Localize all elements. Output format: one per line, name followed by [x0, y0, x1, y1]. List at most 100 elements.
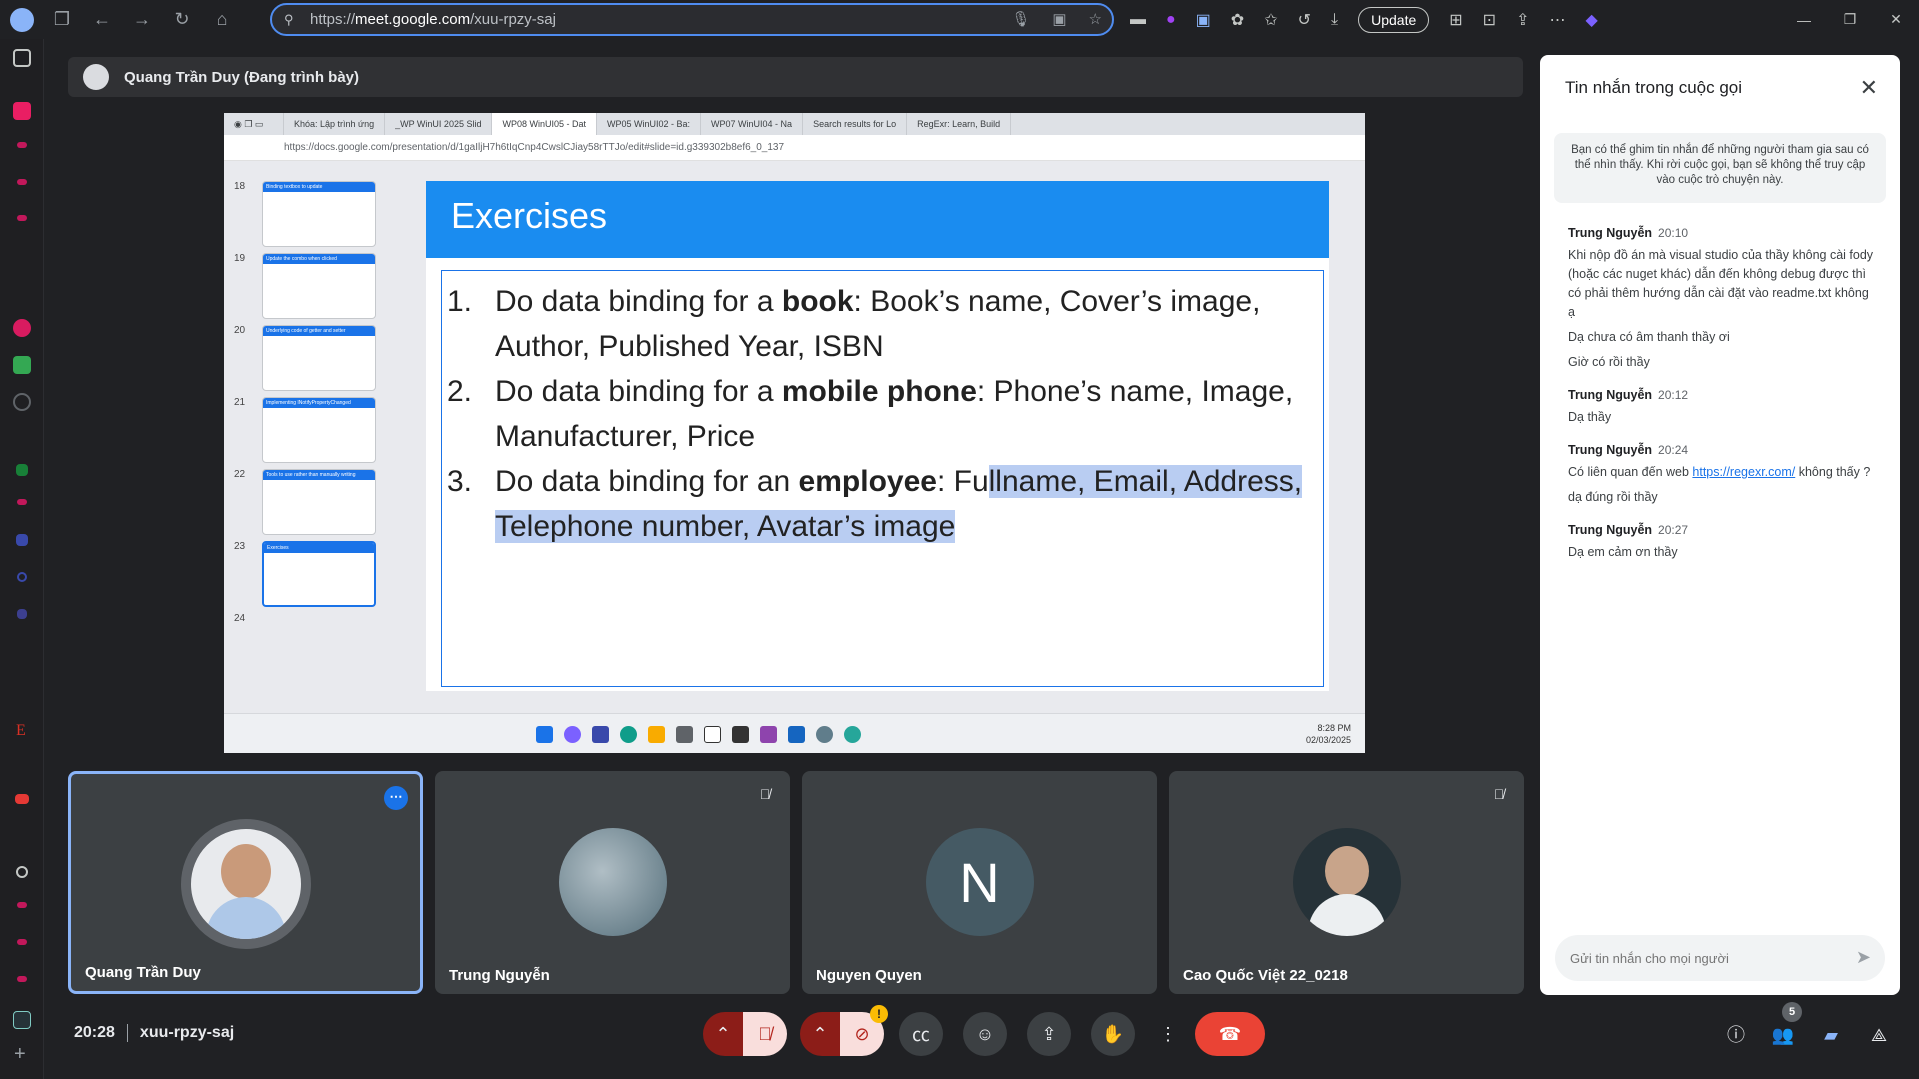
extension-icon[interactable]: ▬ — [1130, 11, 1146, 29]
chat-message-input[interactable] — [1570, 950, 1830, 966]
sidebar-app-icon[interactable] — [13, 102, 31, 120]
tabs-icon[interactable]: ❐ — [42, 0, 82, 39]
sidebar-app-icon[interactable] — [17, 179, 27, 185]
sidebar-app-icon[interactable] — [17, 939, 27, 945]
microphone-icon[interactable]: 🎙 — [1011, 10, 1030, 28]
extension-icon[interactable]: ● — [1166, 11, 1176, 29]
participant-tile[interactable]: 🎙̸ Trung Nguyễn — [435, 771, 790, 994]
message-time: 20:24 — [1658, 443, 1689, 457]
share-icon[interactable]: ⇪ — [1516, 10, 1529, 30]
participant-tile[interactable]: 🎙̸ Cao Quốc Việt 22_0218 — [1169, 771, 1524, 994]
audio-options-button[interactable]: ⌃ — [703, 1012, 743, 1056]
sidebar-app-icon[interactable] — [17, 142, 27, 148]
edge-icon — [620, 726, 637, 743]
youtube-icon[interactable] — [15, 794, 29, 804]
sidebar-app-icon[interactable] — [17, 499, 27, 505]
meeting-info-button[interactable]: ⓘ — [1723, 1022, 1749, 1048]
exercise-number: 1. — [447, 285, 473, 318]
present-screen-button[interactable]: ⇪ — [1027, 1012, 1071, 1056]
copilot-icon[interactable]: ◆ — [1585, 10, 1597, 30]
message-time: 20:27 — [1658, 523, 1689, 537]
sidebar-app-icon[interactable] — [13, 49, 31, 67]
screenshot-icon[interactable]: ⊡ — [1483, 10, 1496, 30]
sidebar-app-icon[interactable] — [17, 902, 27, 908]
send-icon[interactable]: ➤ — [1856, 947, 1871, 968]
slide-thumbnail: Implementing INotifyPropertyChanged — [262, 397, 376, 463]
site-info-icon[interactable]: ⚲ — [284, 12, 300, 28]
regexr-link[interactable]: https://regexr.com/ — [1692, 465, 1795, 479]
menu-icon[interactable]: ⋯ — [1549, 10, 1565, 30]
exercise-number: 2. — [447, 375, 473, 408]
extension-icon[interactable]: ▣ — [1196, 10, 1211, 30]
sidebar-app-icon[interactable]: E — [16, 722, 34, 740]
taskbar-time: 8:28 PM — [1317, 723, 1351, 733]
drive-icon[interactable] — [16, 464, 28, 476]
restore-icon[interactable]: ❐ — [1827, 0, 1873, 39]
favorite-star-icon[interactable]: ☆ — [1089, 10, 1102, 28]
visual-studio-icon — [760, 726, 777, 743]
leave-call-button[interactable]: ☎ — [1195, 1012, 1265, 1056]
mic-off-icon: 🎙̸ — [759, 786, 771, 802]
thumbnail-number: 24 — [234, 613, 246, 624]
avatar — [558, 828, 667, 936]
activities-button[interactable]: ⟁ — [1866, 1022, 1892, 1048]
address-url: https://meet.google.com/xuu-rpzy-saj — [310, 11, 556, 28]
captions-button[interactable]: ㏄ — [899, 1012, 943, 1056]
sidebar-app-icon[interactable] — [17, 215, 27, 221]
message-group: Trung Nguyễn 20:10 Khi nộp đồ án mà visua… — [1568, 226, 1878, 372]
add-icon[interactable]: + — [14, 1043, 32, 1065]
download-icon[interactable]: ⤓ — [1331, 11, 1338, 29]
meeting-time: 20:28 — [74, 1024, 115, 1041]
microphone-toggle-button[interactable]: 🎙̸ — [743, 1012, 787, 1056]
minimize-icon[interactable]: — — [1781, 0, 1827, 39]
reload-icon[interactable]: ↻ — [162, 0, 202, 39]
chat-title: Tin nhắn trong cuộc gọi — [1565, 78, 1743, 97]
chat-pin-note: Bạn có thể ghim tin nhắn để những người … — [1554, 133, 1886, 203]
more-options-button[interactable]: ⋮ — [1155, 1012, 1181, 1056]
exercise-list: 1. Do data binding for a book: Book’s na… — [447, 279, 1317, 549]
update-button[interactable]: Update — [1358, 6, 1430, 33]
message-text: Giờ có rồi thầy — [1568, 355, 1650, 369]
terminal-icon — [732, 726, 749, 743]
back-icon[interactable]: ← — [82, 0, 122, 39]
puzzle-icon[interactable]: ✿ — [1231, 10, 1244, 30]
sidebar-app-icon[interactable] — [17, 976, 27, 982]
slide-thumbnails: 18 Binding textbox to update 19 Update t… — [224, 161, 414, 713]
emoji-button[interactable]: ☺ — [963, 1012, 1007, 1056]
sidebar-app-icon[interactable] — [13, 356, 31, 374]
sidebar-app-icon[interactable] — [16, 534, 28, 546]
collections-icon[interactable]: ⊞ — [1449, 10, 1462, 30]
window-controls: — ❐ ✕ — [1781, 0, 1919, 39]
thumbnail-number: 21 — [234, 397, 246, 408]
forward-icon[interactable]: → — [122, 0, 162, 39]
participant-tile[interactable]: N Nguyen Quyen — [802, 771, 1157, 994]
browser-sidebar: E + — [0, 39, 44, 1079]
shared-screen: ◉ ❐ ▭ Khóa: Lập trình ứng _WP WinUI 2025… — [224, 113, 1365, 753]
chat-button[interactable]: ▰ — [1818, 1022, 1844, 1048]
globe-icon[interactable] — [13, 393, 31, 411]
people-button[interactable]: 👥 — [1770, 1022, 1796, 1048]
slide-thumbnail: Binding textbox to update — [262, 181, 376, 247]
shared-tab-icons: ◉ ❐ ▭ — [224, 113, 284, 135]
camera-icon[interactable]: ▣ — [1052, 10, 1066, 28]
home-icon[interactable]: ⌂ — [202, 0, 242, 39]
more-options-icon[interactable]: ⋯ — [384, 786, 408, 810]
history-icon[interactable]: ↺ — [1298, 10, 1311, 30]
close-window-icon[interactable]: ✕ — [1873, 0, 1919, 39]
notion-icon — [704, 726, 721, 743]
favorites-icon[interactable]: ✩ — [1264, 10, 1277, 30]
close-icon[interactable]: ✕ — [1860, 75, 1878, 101]
shared-address-bar: https://docs.google.com/presentation/d/1… — [224, 135, 1365, 161]
participant-tile[interactable]: ⋯ Quang Trần Duy — [68, 771, 423, 994]
sidebar-app-icon[interactable] — [16, 866, 28, 878]
sidebar-app-icon[interactable] — [13, 319, 31, 337]
sidebar-app-icon[interactable] — [13, 1011, 31, 1029]
video-options-button[interactable]: ⌃ — [800, 1012, 840, 1056]
search-icon[interactable] — [17, 572, 27, 582]
message-text: dạ đúng rồi thầy — [1568, 490, 1658, 504]
raise-hand-button[interactable]: ✋ — [1091, 1012, 1135, 1056]
profile-avatar[interactable] — [10, 7, 34, 32]
app-icon — [844, 726, 861, 743]
sidebar-app-icon[interactable] — [17, 609, 27, 619]
address-bar[interactable]: ⚲ https://meet.google.com/xuu-rpzy-saj 🎙… — [270, 3, 1114, 36]
